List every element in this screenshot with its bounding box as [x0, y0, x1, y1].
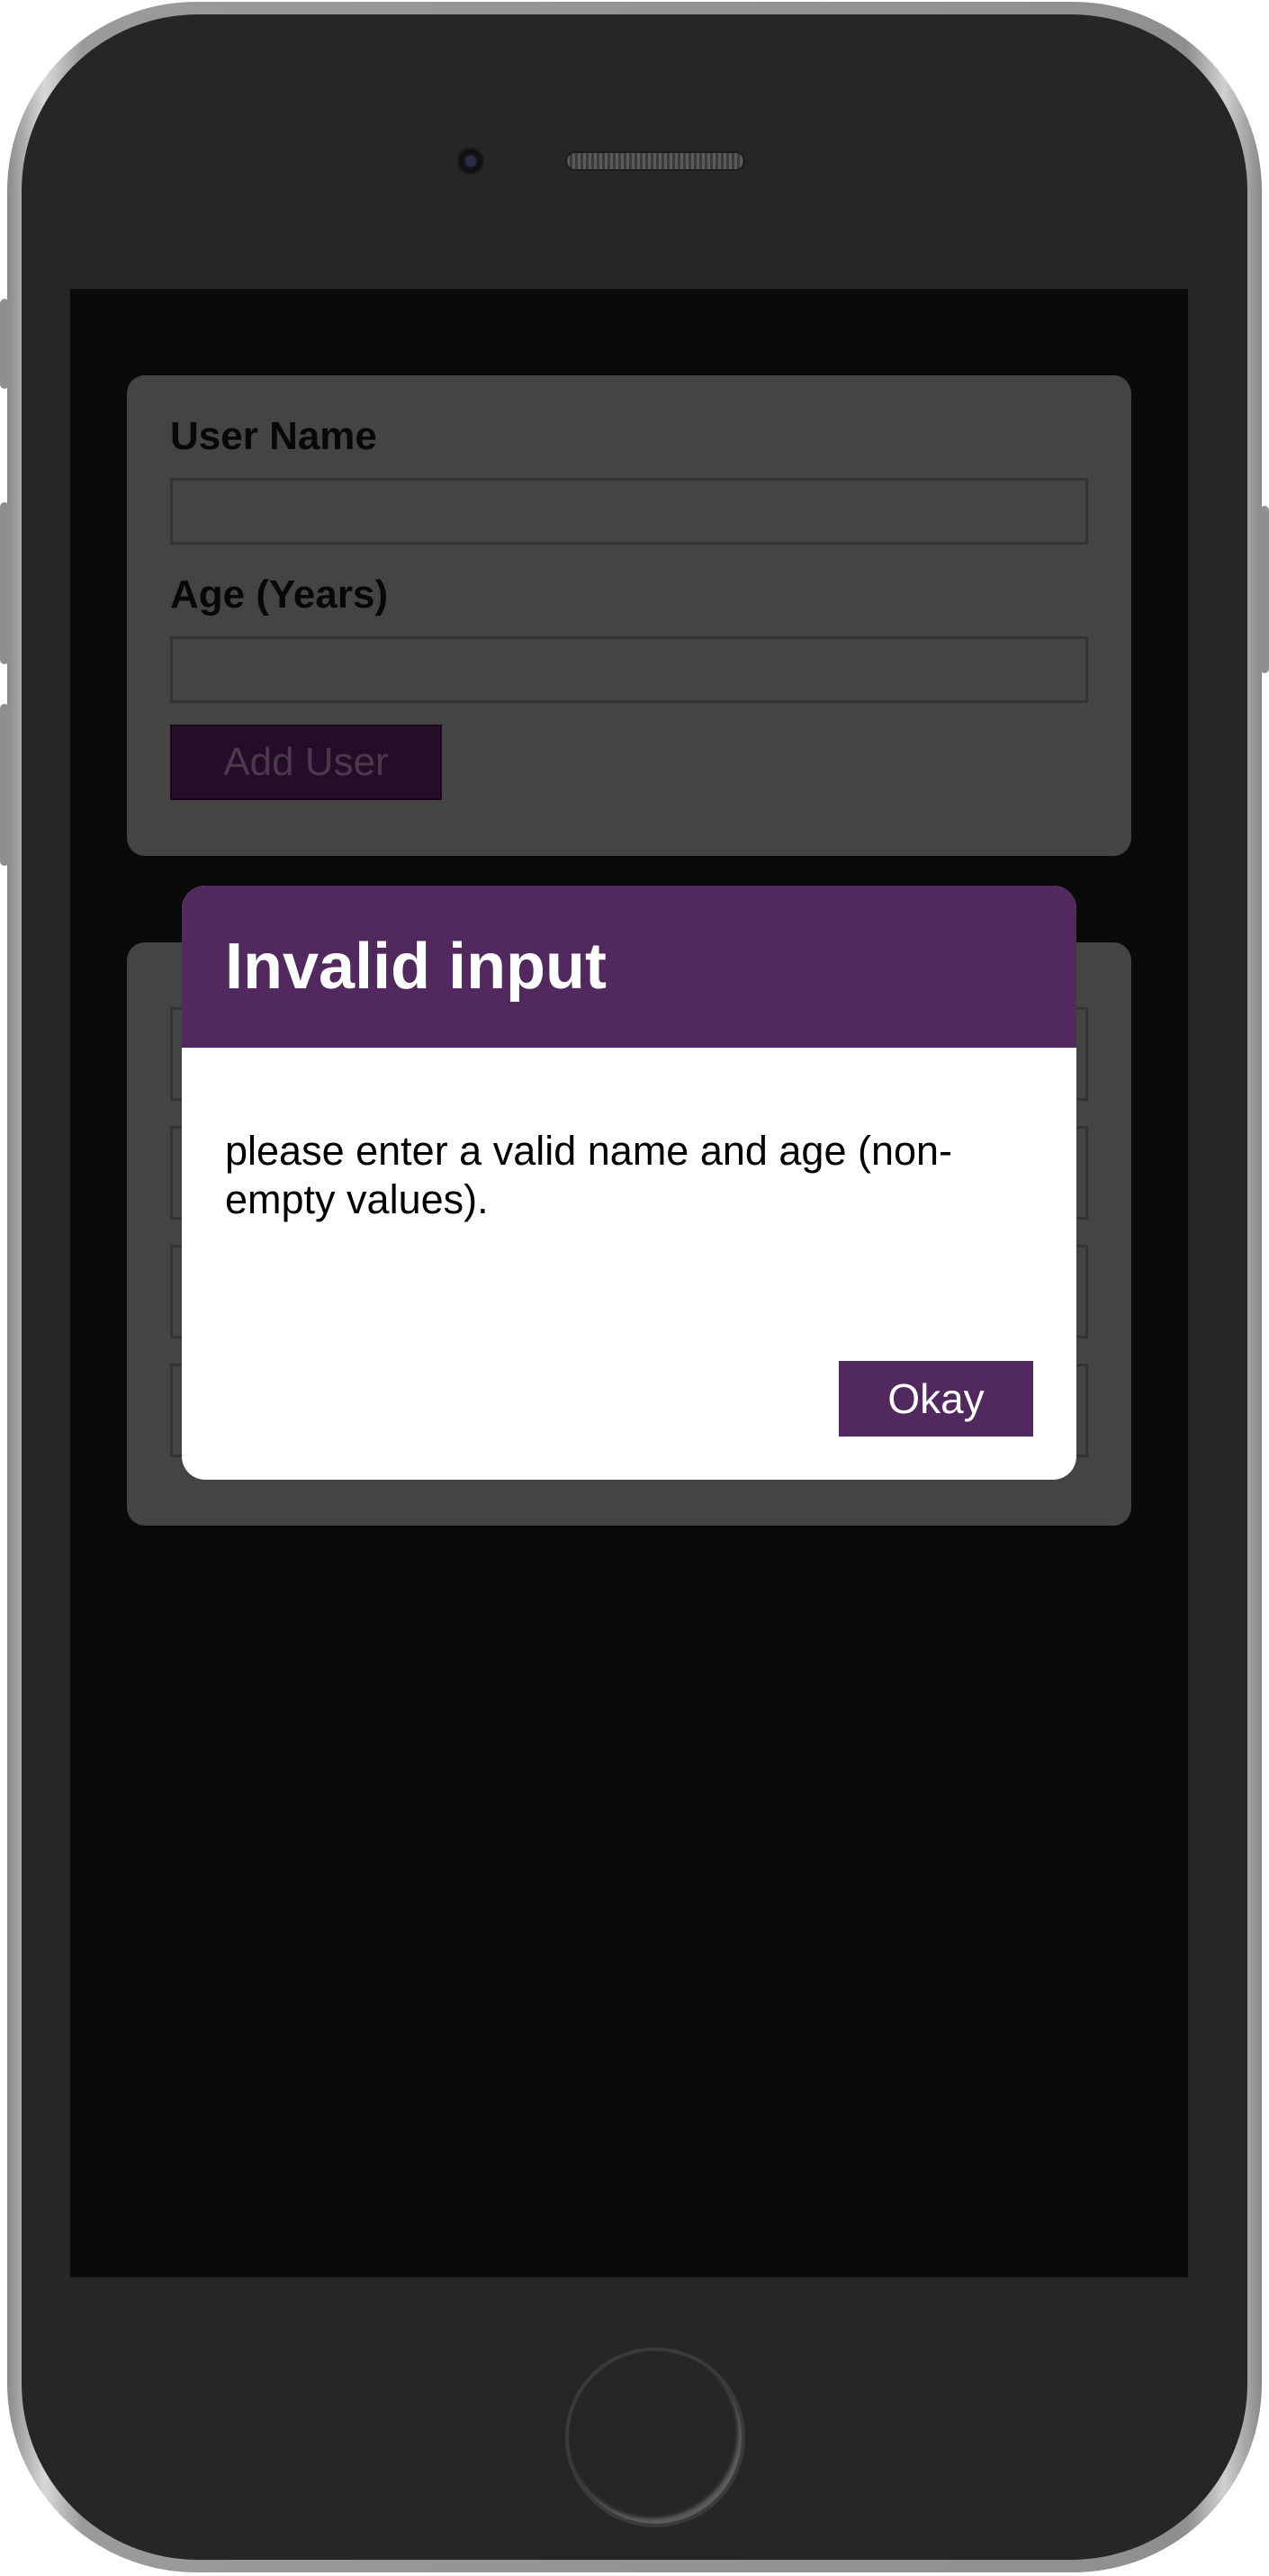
volume-down-button	[0, 704, 9, 866]
add-user-button[interactable]: Add User	[170, 725, 442, 800]
username-input[interactable]	[170, 478, 1088, 545]
age-label: Age (Years)	[170, 572, 389, 617]
volume-up-button	[0, 502, 9, 664]
modal-footer: Okay	[839, 1361, 1033, 1437]
power-button	[1260, 506, 1269, 673]
modal-header: Invalid input	[182, 886, 1076, 1048]
username-label: User Name	[170, 414, 377, 458]
age-input[interactable]	[170, 636, 1088, 703]
add-user-form: User Name Age (Years) Add User	[127, 375, 1131, 856]
speaker-grille	[565, 151, 745, 171]
camera-icon	[457, 148, 484, 175]
modal-message: please enter a valid name and age (non-e…	[225, 1128, 953, 1222]
mute-switch	[0, 299, 9, 389]
home-button[interactable]	[565, 2347, 745, 2527]
modal-title: Invalid input	[225, 931, 607, 1003]
error-modal: Invalid input please enter a valid name …	[182, 886, 1076, 1480]
okay-button[interactable]: Okay	[839, 1361, 1033, 1437]
modal-body: please enter a valid name and age (non-e…	[182, 1048, 1076, 1327]
